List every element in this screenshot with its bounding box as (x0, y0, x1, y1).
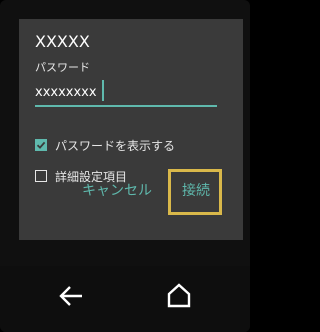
advanced-settings-checkbox[interactable] (35, 170, 47, 182)
password-label: パスワード (35, 61, 90, 74)
wifi-password-dialog: XXXXX パスワード xxxxxxxx パスワードを表示する 詳細設定項目 キ… (19, 19, 243, 240)
navigation-bar (0, 266, 250, 332)
screen: XXXXX パスワード xxxxxxxx パスワードを表示する 詳細設定項目 キ… (0, 0, 250, 332)
connect-button[interactable]: 接続 (182, 179, 210, 203)
show-password-checkbox[interactable] (35, 139, 47, 151)
password-underline (35, 105, 217, 107)
show-password-option[interactable]: パスワードを表示する (35, 137, 175, 153)
show-password-label: パスワードを表示する (55, 138, 176, 153)
cancel-button[interactable]: キャンセル (82, 179, 152, 203)
text-cursor (102, 80, 104, 101)
check-icon (36, 141, 46, 149)
network-name: XXXXX (35, 32, 90, 51)
back-arrow-icon[interactable] (58, 284, 84, 308)
home-icon[interactable] (166, 282, 192, 308)
password-field[interactable]: xxxxxxxx (35, 85, 97, 101)
